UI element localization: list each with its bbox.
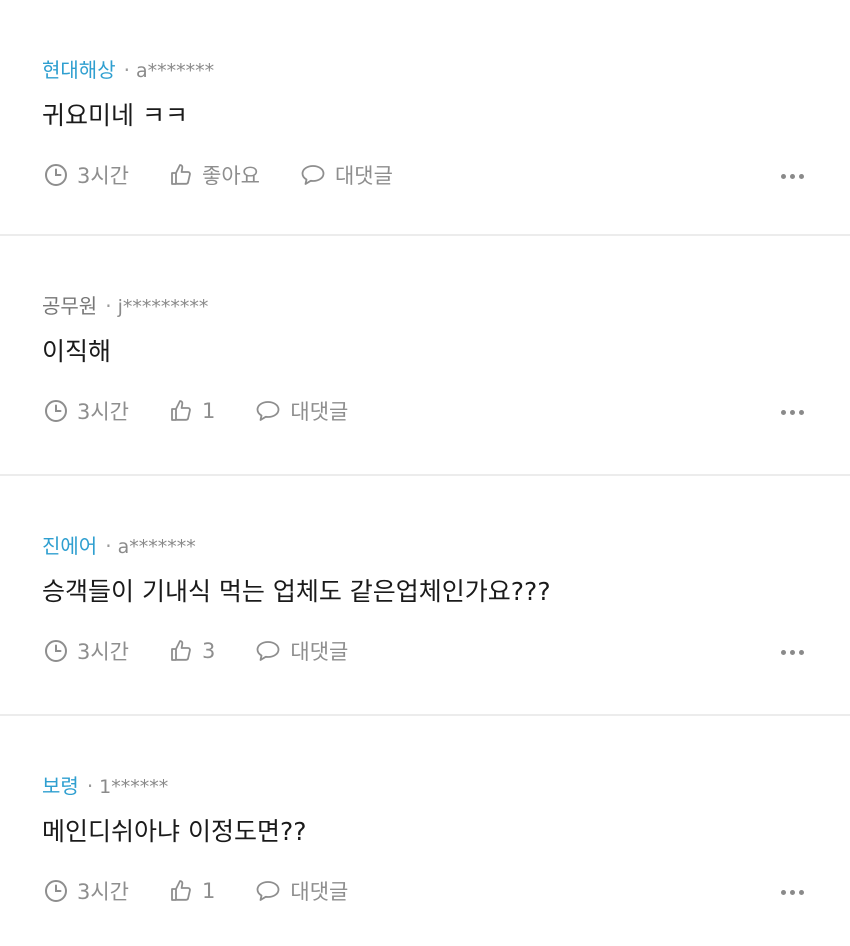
comment-text: 승객들이 기내식 먹는 업체도 같은업체인가요???	[42, 577, 551, 606]
thumbs-up-icon	[171, 640, 191, 661]
comment-item: 보령 · 1****** 메인디쉬아냐 이정도면?? 3시간 1 대댓글	[0, 716, 850, 946]
clock-icon	[45, 164, 67, 186]
like-count: 3	[202, 639, 216, 663]
comment-text: 귀요미네 ㅋㅋ	[42, 101, 188, 130]
comment-meta: 3시간 1 대댓글	[44, 396, 388, 426]
time-ago: 3시간	[44, 160, 129, 190]
like-count: 좋아요	[202, 164, 260, 188]
more-options-button[interactable]	[781, 410, 804, 415]
comment-item: 공무원 · j********* 이직해 3시간 1 대댓글	[0, 236, 850, 476]
clock-icon	[45, 640, 67, 662]
company-name[interactable]: 공무원	[42, 294, 97, 318]
comment-item: 현대해상 · a******* 귀요미네 ㅋㅋ 3시간 좋아요 대댓글	[0, 0, 850, 236]
reply-label: 대댓글	[334, 164, 393, 188]
thumbs-up-icon	[171, 880, 191, 901]
time-ago: 3시간	[44, 396, 129, 426]
like-button[interactable]: 1	[169, 399, 215, 423]
separator: ·	[123, 58, 130, 82]
comment-meta: 3시간 3 대댓글	[44, 636, 388, 666]
more-options-button[interactable]	[781, 174, 804, 179]
comment-meta: 3시간 좋아요 대댓글	[44, 160, 433, 190]
time-ago-label: 3시간	[77, 400, 130, 424]
time-ago-label: 3시간	[77, 640, 130, 664]
more-icon	[781, 890, 786, 895]
user-id: a*******	[117, 536, 196, 558]
speech-bubble-icon	[256, 641, 280, 661]
more-options-button[interactable]	[781, 890, 804, 895]
reply-button[interactable]: 대댓글	[300, 160, 393, 190]
comment-text: 이직해	[42, 337, 112, 366]
more-icon	[781, 650, 786, 655]
speech-bubble-icon	[256, 881, 280, 901]
comment-author-line: 현대해상 · a*******	[42, 56, 214, 85]
reply-button[interactable]: 대댓글	[255, 876, 348, 906]
time-ago-label: 3시간	[77, 164, 130, 188]
comment-meta: 3시간 1 대댓글	[44, 876, 388, 906]
clock-icon	[45, 880, 67, 902]
comment-text: 메인디쉬아냐 이정도면??	[42, 817, 307, 846]
comment-item: 진에어 · a******* 승객들이 기내식 먹는 업체도 같은업체인가요??? …	[0, 476, 850, 716]
comment-author-line: 진에어 · a*******	[42, 532, 196, 561]
more-icon	[781, 410, 786, 415]
thumbs-up-icon	[171, 164, 191, 185]
more-icon	[781, 174, 786, 179]
user-id: j*********	[117, 296, 209, 318]
user-id: a*******	[135, 60, 215, 82]
time-ago-label: 3시간	[77, 880, 130, 904]
like-button[interactable]: 3	[169, 639, 215, 663]
speech-bubble-icon	[301, 165, 325, 185]
reply-label: 대댓글	[290, 400, 349, 424]
separator: ·	[105, 534, 112, 558]
reply-label: 대댓글	[290, 640, 349, 664]
like-count: 1	[202, 879, 216, 903]
thumbs-up-icon	[171, 400, 191, 421]
comment-author-line: 보령 · 1******	[42, 772, 168, 801]
more-options-button[interactable]	[781, 650, 804, 655]
separator: ·	[86, 774, 94, 798]
comment-list: 현대해상 · a******* 귀요미네 ㅋㅋ 3시간 좋아요 대댓글 공무원 · j*…	[0, 0, 850, 946]
like-count: 1	[202, 399, 216, 423]
user-id: 1******	[99, 776, 169, 798]
company-name[interactable]: 진에어	[42, 534, 97, 558]
reply-label: 대댓글	[290, 880, 349, 904]
company-name[interactable]: 보령	[42, 774, 79, 798]
like-button[interactable]: 1	[169, 879, 215, 903]
like-button[interactable]: 좋아요	[169, 160, 260, 190]
clock-icon	[45, 400, 67, 422]
comment-author-line: 공무원 · j*********	[42, 292, 208, 321]
reply-button[interactable]: 대댓글	[255, 636, 348, 666]
time-ago: 3시간	[44, 636, 129, 666]
speech-bubble-icon	[256, 401, 280, 421]
separator: ·	[105, 294, 112, 318]
time-ago: 3시간	[44, 876, 129, 906]
reply-button[interactable]: 대댓글	[255, 396, 348, 426]
company-name[interactable]: 현대해상	[42, 58, 116, 82]
